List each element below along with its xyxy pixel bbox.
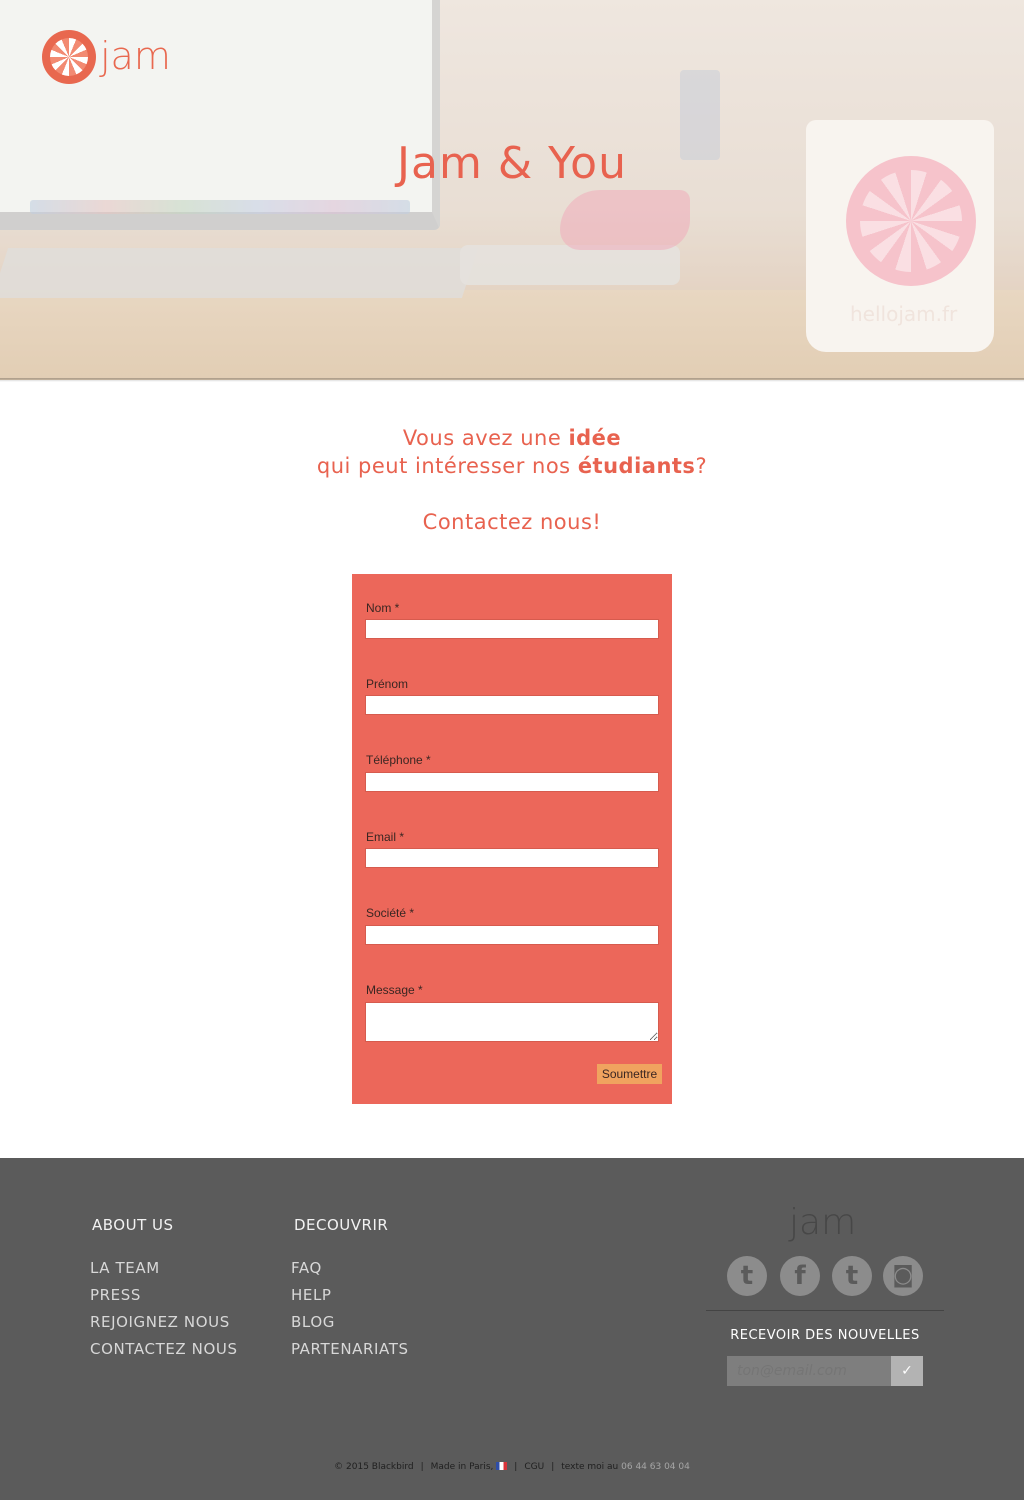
nom-label: Nom *: [366, 601, 400, 615]
email-label: Email *: [366, 830, 405, 844]
text-me-label: texte moi au: [561, 1462, 619, 1472]
page-title: Jam & You: [397, 138, 627, 189]
france-flag-icon: [496, 1462, 508, 1470]
contact-heading: Contactez nous!: [422, 510, 602, 534]
twitter-icon[interactable]: t: [727, 1256, 767, 1296]
prenom-label: Prénom: [366, 677, 409, 691]
footer-link-rejoignez[interactable]: REJOIGNEZ NOUS: [90, 1313, 230, 1331]
contact-form: Nom * Prénom Téléphone * Email * Société…: [352, 574, 672, 1104]
societe-input[interactable]: [365, 925, 659, 945]
societe-label: Société *: [366, 906, 415, 920]
footer-link-faq[interactable]: FAQ: [291, 1259, 322, 1277]
footer-link-press[interactable]: PRESS: [90, 1286, 141, 1304]
copyright-text: © 2015 Blackbird: [334, 1462, 414, 1472]
intro-text: Vous avez une idée qui peut intéresser n…: [0, 424, 1024, 480]
newsletter-email-input[interactable]: [727, 1356, 892, 1386]
hero-shadow: [0, 378, 1024, 382]
footer-link-help[interactable]: HELP: [291, 1286, 332, 1304]
footer-link-contactez[interactable]: CONTACTEZ NOUS: [90, 1340, 238, 1358]
hero-banner: hellojam.fr jam Jam & You: [0, 0, 1024, 380]
intro-line-1-bold: idée: [568, 426, 622, 450]
footer-link-partenariats[interactable]: PARTENARIATS: [291, 1340, 409, 1358]
email-input[interactable]: [365, 848, 659, 868]
footer-heading-about: ABOUT US: [92, 1216, 174, 1234]
footer: ABOUT US LA TEAM PRESS REJOIGNEZ NOUS CO…: [0, 1158, 1024, 1500]
footer-divider: [706, 1310, 944, 1311]
made-in-text: Made in Paris,: [430, 1462, 494, 1472]
copyright-bar: © 2015 Blackbird | Made in Paris, | CGU | tex…: [334, 1462, 690, 1472]
submit-button[interactable]: Soumettre: [597, 1064, 662, 1084]
instagram-icon[interactable]: ◙: [883, 1256, 923, 1296]
nom-input[interactable]: [365, 619, 659, 639]
intro-line-2-post: ?: [695, 454, 708, 478]
intro-line-1: Vous avez une idée: [0, 424, 1024, 452]
telephone-label: Téléphone *: [366, 753, 431, 767]
prenom-input[interactable]: [365, 695, 659, 715]
intro-line-2: qui peut intéresser nos étudiants?: [0, 452, 1024, 480]
logo-text: jam: [100, 34, 171, 78]
facebook-icon[interactable]: f: [780, 1256, 820, 1296]
footer-heading-decouvrir: DECOUVRIR: [294, 1216, 389, 1234]
footer-logo: jam: [789, 1202, 857, 1243]
tumblr-icon[interactable]: t: [832, 1256, 872, 1296]
cgu-link[interactable]: CGU: [524, 1462, 544, 1472]
intro-line-2-text: qui peut intéresser nos: [316, 454, 578, 478]
phone-number[interactable]: 06 44 63 04 04: [621, 1462, 690, 1472]
jam-logo[interactable]: jam: [42, 30, 182, 86]
footer-link-la-team[interactable]: LA TEAM: [90, 1259, 160, 1277]
message-label: Message *: [366, 983, 423, 997]
footer-link-blog[interactable]: BLOG: [291, 1313, 335, 1331]
newsletter-submit-button[interactable]: ✓: [891, 1356, 923, 1386]
intro-line-2-bold: étudiants: [577, 454, 696, 478]
newsletter-title: RECEVOIR DES NOUVELLES: [730, 1328, 920, 1343]
intro-line-1-text: Vous avez une: [402, 426, 569, 450]
checkmark-icon: ✓: [901, 1363, 913, 1379]
message-textarea[interactable]: [365, 1002, 659, 1042]
telephone-input[interactable]: [365, 772, 659, 792]
jam-logo-icon: [42, 30, 96, 84]
